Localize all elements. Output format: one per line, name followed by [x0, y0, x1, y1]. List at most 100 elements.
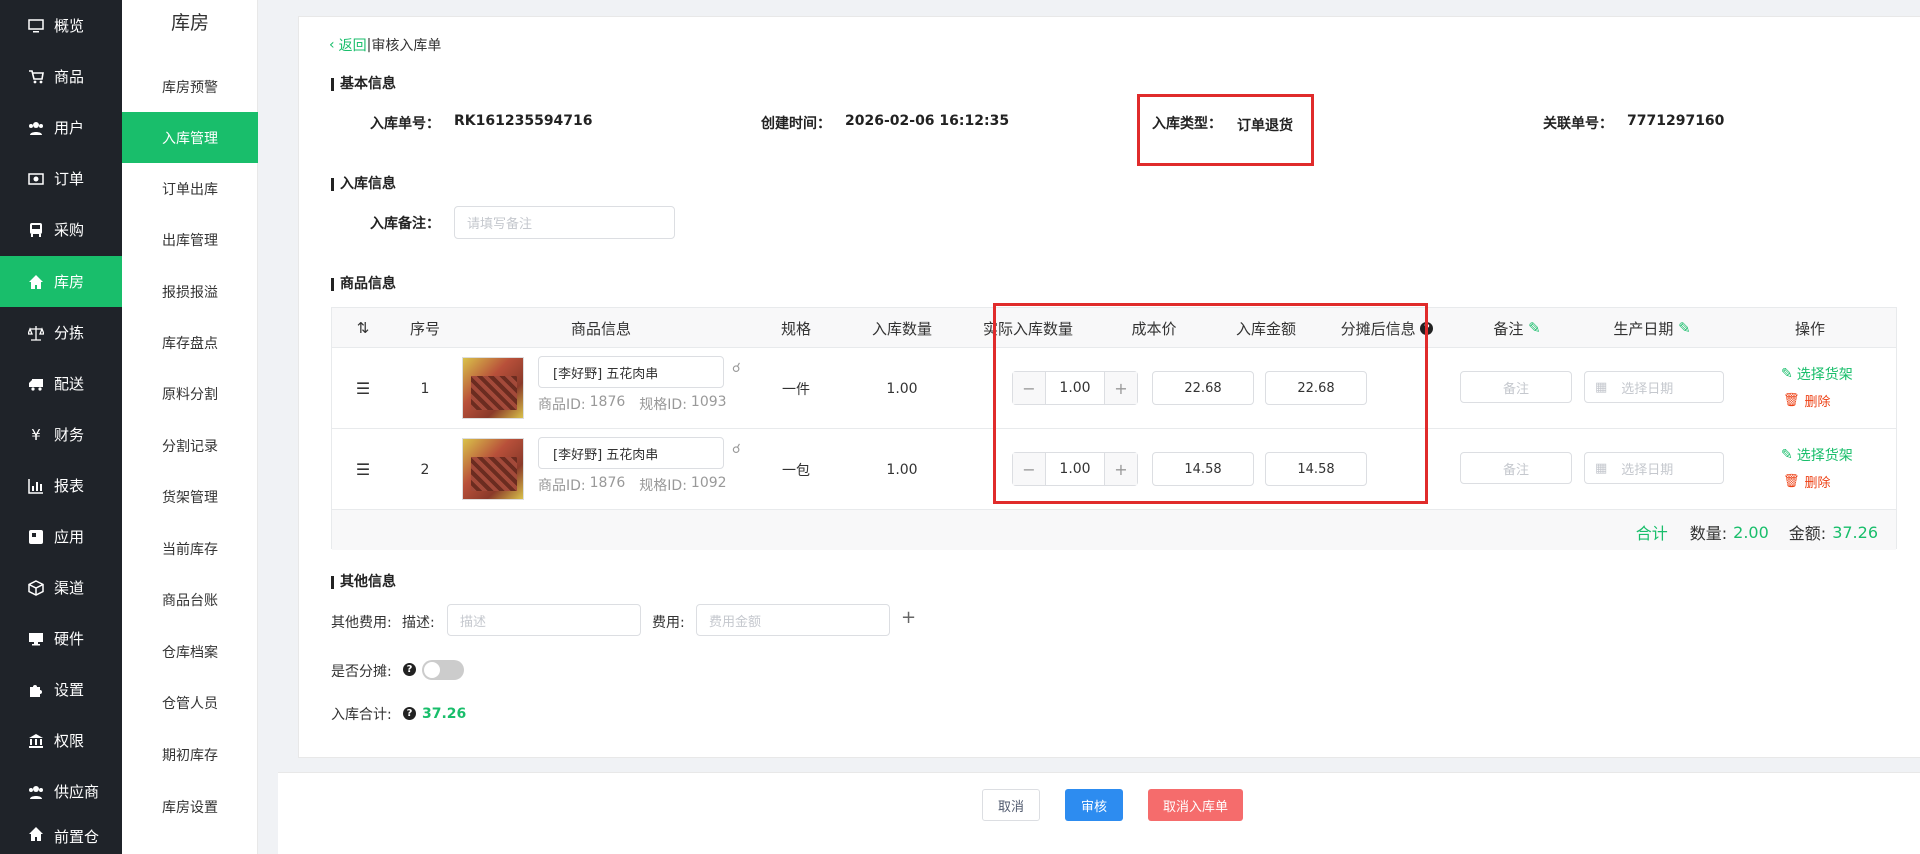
date-picker[interactable]: ▦ 选择日期	[1584, 371, 1724, 403]
nav-item-users[interactable]: 用户	[0, 102, 122, 153]
goods-id-label: 商品ID:	[538, 394, 586, 414]
date-placeholder: 选择日期	[1621, 459, 1673, 478]
nav-label: 订单	[54, 168, 84, 189]
subnav-item[interactable]: 货架管理	[122, 471, 258, 522]
bar-chart-icon	[28, 478, 44, 494]
nav-item-orders[interactable]: 订单	[0, 153, 122, 204]
other-fee-label: 其他费用:	[331, 612, 392, 632]
subnav-item[interactable]: 订单出库	[122, 163, 258, 214]
nav-item-purchase[interactable]: 采购	[0, 204, 122, 255]
subnav-item[interactable]: 分割记录	[122, 420, 258, 471]
inbound-no-label: 入库单号：	[370, 113, 440, 133]
audit-button[interactable]: 审核	[1065, 789, 1123, 821]
spec-id: 1092	[691, 475, 727, 495]
col-header: 商品信息	[456, 308, 746, 348]
nav-item-permissions[interactable]: 权限	[0, 715, 122, 766]
drag-list-icon[interactable]: ☰	[332, 429, 394, 510]
table-total-row: 合计 数量: 2.00 金额: 37.26	[332, 510, 1896, 550]
goods-id: 1876	[590, 475, 626, 495]
subnav-item[interactable]: 库房设置	[122, 781, 258, 832]
nav-item-report[interactable]: 报表	[0, 460, 122, 511]
create-time-label: 创建时间：	[761, 113, 831, 133]
select-shelf-link[interactable]: ✎选择货架	[1781, 445, 1853, 465]
nav-item-overview[interactable]: 概览	[0, 0, 122, 51]
nav-item-apps[interactable]: 应用	[0, 511, 122, 562]
product-name-input[interactable]: [李好野] 五花肉串	[538, 356, 724, 388]
puzzle-icon	[28, 682, 44, 698]
date-placeholder: 选择日期	[1621, 378, 1673, 397]
subnav-item-active[interactable]: 入库管理	[122, 112, 258, 163]
product-ids: 商品ID: 1876 规格ID: 1092	[538, 475, 727, 495]
nav-label: 应用	[54, 526, 84, 547]
money-icon	[28, 171, 44, 187]
delete-link[interactable]: 🗑删除	[1783, 472, 1831, 491]
goods-id-label: 商品ID:	[538, 475, 586, 495]
spec-id-label: 规格ID:	[639, 394, 687, 414]
remark-label: 入库备注：	[370, 213, 440, 233]
nav-item-settings[interactable]: 设置	[0, 664, 122, 715]
subnav-item[interactable]: 商品台账	[122, 574, 258, 625]
edit-icon: ✎	[1781, 447, 1793, 463]
delete-label: 删除	[1805, 472, 1831, 491]
product-name-input[interactable]: [李好野] 五花肉串	[538, 437, 724, 469]
subnav-item[interactable]: 库房预警	[122, 61, 258, 112]
nav-label: 库房	[54, 271, 84, 292]
monitor-icon	[28, 18, 44, 34]
nav-item-front-warehouse[interactable]: 前置仓	[0, 826, 122, 854]
trash-icon: 🗑	[1783, 393, 1800, 408]
row-seq: 2	[394, 429, 456, 510]
nav-item-delivery[interactable]: 配送	[0, 358, 122, 409]
subnav-item[interactable]: 仓管人员	[122, 677, 258, 728]
cancel-button[interactable]: 取消	[982, 789, 1040, 821]
inbound-sum-label: 入库合计:	[331, 704, 392, 724]
drag-list-icon[interactable]: ☰	[332, 348, 394, 429]
row-remark-input[interactable]: 备注	[1460, 452, 1572, 484]
create-time-value: 2026-02-06 16:12:35	[845, 113, 1009, 129]
help-icon[interactable]: ?	[403, 707, 416, 720]
nav-item-warehouse[interactable]: 库房	[0, 256, 122, 307]
help-icon[interactable]: ?	[403, 663, 416, 676]
chevron-left-icon[interactable]: ‹	[329, 37, 335, 53]
calendar-icon: ▦	[1595, 461, 1607, 476]
subnav-item[interactable]: 库存盘点	[122, 317, 258, 368]
nav-label: 报表	[54, 475, 84, 496]
nav-item-channels[interactable]: 渠道	[0, 562, 122, 613]
subnav-item[interactable]: 仓库档案	[122, 626, 258, 677]
nav-item-goods[interactable]: 商品	[0, 51, 122, 102]
total-amt: 37.26	[1832, 523, 1878, 542]
fee-desc-input[interactable]: 描述	[447, 604, 641, 636]
total-amt-label: 金额:	[1789, 520, 1826, 544]
fee-amount-input[interactable]: 费用金额	[696, 604, 890, 636]
edit-icon[interactable]: ✎	[1528, 319, 1541, 337]
select-shelf-link[interactable]: ✎选择货架	[1781, 364, 1853, 384]
add-icon[interactable]: +	[901, 607, 916, 628]
back-link[interactable]: 返回	[339, 35, 367, 55]
delete-link[interactable]: 🗑 删除	[1783, 391, 1831, 410]
nav-item-sorting[interactable]: 分拣	[0, 307, 122, 358]
subnav-item[interactable]: 原料分割	[122, 368, 258, 419]
inbound-type-value: 订单退货	[1237, 115, 1293, 135]
select-shelf-label: 选择货架	[1797, 364, 1853, 384]
action-footer: 取消 审核 取消入库单	[278, 772, 1920, 854]
nav-item-supplier[interactable]: 供应商	[0, 766, 122, 817]
edit-icon[interactable]: ✎	[1678, 319, 1691, 337]
date-picker[interactable]: ▦ 选择日期	[1584, 452, 1724, 484]
nav-label: 前置仓	[54, 826, 99, 847]
search-icon[interactable]: ☌	[732, 361, 741, 376]
row-spec: 一件	[746, 348, 846, 429]
subnav-item[interactable]: 报损报溢	[122, 266, 258, 317]
nav-item-hardware[interactable]: 硬件	[0, 613, 122, 664]
share-label: 是否分摊:	[331, 661, 392, 681]
delete-label: 删除	[1805, 391, 1831, 410]
yen-icon: ¥	[28, 427, 44, 443]
search-icon[interactable]: ☌	[732, 442, 741, 457]
subnav-item[interactable]: 当前库存	[122, 523, 258, 574]
share-toggle[interactable]	[422, 660, 464, 680]
cancel-order-button[interactable]: 取消入库单	[1148, 789, 1243, 821]
sort-icon[interactable]: ⇅	[332, 308, 394, 348]
nav-item-finance[interactable]: ¥ 财务	[0, 409, 122, 460]
subnav-item[interactable]: 期初库存	[122, 729, 258, 780]
remark-textarea[interactable]: 请填写备注	[454, 206, 675, 239]
subnav-item[interactable]: 出库管理	[122, 214, 258, 265]
row-remark-input[interactable]: 备注	[1460, 371, 1572, 403]
